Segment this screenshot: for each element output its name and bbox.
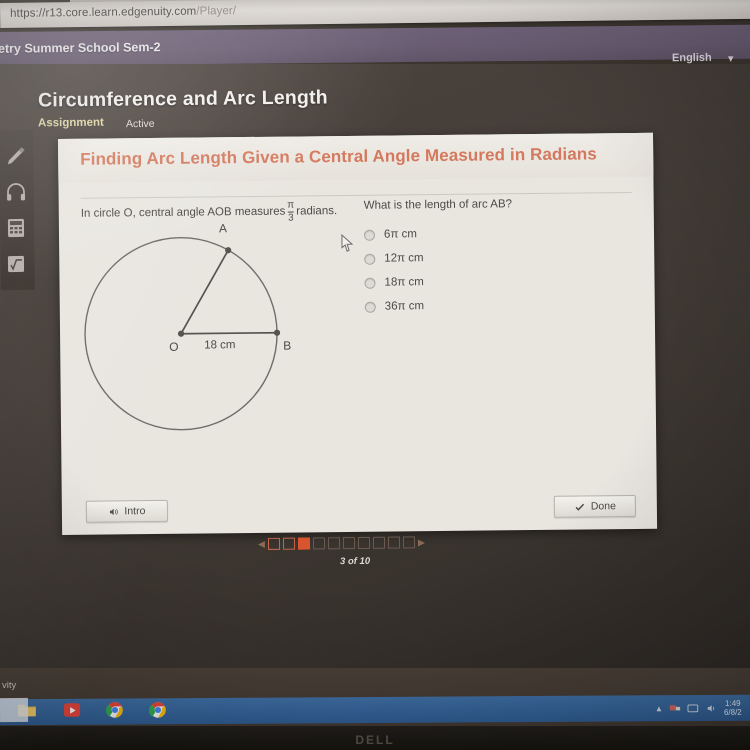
math-formula-icon[interactable] bbox=[4, 252, 28, 276]
headphones-icon[interactable] bbox=[4, 180, 28, 204]
header-divider bbox=[80, 191, 632, 199]
pagination-step[interactable] bbox=[312, 537, 325, 550]
diagram-label-o: O bbox=[169, 339, 179, 354]
pagination-step[interactable] bbox=[357, 536, 370, 550]
answer-choice[interactable]: 6π cm bbox=[363, 223, 423, 246]
done-button-label: Done bbox=[590, 500, 616, 513]
pagination-step[interactable] bbox=[402, 536, 415, 549]
pagination-step[interactable] bbox=[342, 537, 355, 550]
radio-button[interactable] bbox=[364, 301, 376, 313]
chevron-up-icon[interactable]: ▲ bbox=[655, 704, 663, 713]
answer-choice[interactable]: 18π cm bbox=[364, 271, 424, 294]
diagram-radius-label: 18 cm bbox=[204, 339, 236, 352]
answer-choices: 6π cm 12π cm 18π cm 36π cm bbox=[363, 223, 425, 320]
address-bar-url: https://r13.core.learn.edgenuity.com/Pla… bbox=[10, 5, 237, 20]
answer-choice-label: 6π cm bbox=[383, 228, 417, 241]
pagination-step[interactable] bbox=[372, 536, 385, 549]
calculator-icon[interactable] bbox=[4, 216, 28, 240]
course-name: etry Summer School Sem-2 bbox=[0, 40, 161, 56]
answer-choice-label: 18π cm bbox=[384, 276, 424, 289]
mouse-cursor bbox=[341, 233, 354, 257]
status-badge: Active bbox=[125, 117, 155, 131]
pagination-step-current[interactable] bbox=[297, 537, 310, 550]
checkmark-icon bbox=[575, 503, 585, 511]
diagram-label-b: B bbox=[283, 338, 292, 353]
lesson-heading: Finding Arc Length Given a Central Angle… bbox=[80, 144, 598, 169]
speaker-icon bbox=[110, 508, 119, 515]
triangle-left-icon[interactable]: ◀ bbox=[258, 538, 265, 549]
radio-button[interactable] bbox=[364, 253, 376, 265]
highlighter-icon[interactable] bbox=[4, 144, 28, 168]
answer-prompt: What is the length of arc AB? bbox=[363, 198, 513, 212]
pagination-label: 3 of 10 bbox=[339, 555, 371, 568]
fraction-numerator: π bbox=[287, 199, 295, 211]
language-selector-label[interactable]: English bbox=[672, 52, 712, 64]
intro-button[interactable]: Intro bbox=[85, 499, 169, 523]
answer-choice[interactable]: 12π cm bbox=[364, 247, 424, 270]
chrome-icon[interactable] bbox=[148, 701, 168, 719]
answer-choice-label: 36π cm bbox=[384, 300, 425, 313]
radio-button[interactable] bbox=[363, 229, 376, 241]
answer-choice-label: 12π cm bbox=[384, 252, 424, 265]
network-icon[interactable] bbox=[669, 703, 681, 714]
radio-button[interactable] bbox=[364, 277, 376, 289]
assignment-label: Assignment bbox=[37, 116, 104, 130]
pagination-step[interactable] bbox=[387, 536, 400, 549]
clock-time: 1:49 bbox=[725, 698, 741, 708]
pagination-step[interactable] bbox=[282, 537, 295, 550]
triangle-right-icon[interactable]: ▶ bbox=[418, 537, 425, 548]
media-player-icon[interactable] bbox=[62, 701, 82, 719]
lesson-card-header: Finding Arc Length Given a Central Angle… bbox=[58, 132, 654, 183]
clock-date: 6/8/2 bbox=[724, 707, 743, 718]
diagram-label-a: A bbox=[218, 221, 228, 236]
pagination[interactable]: ◀ ▶ bbox=[258, 535, 458, 551]
intro-button-label: Intro bbox=[124, 505, 146, 518]
answer-choice[interactable]: 36π cm bbox=[364, 295, 425, 318]
circle-diagram: A O B 18 cm bbox=[67, 214, 339, 447]
chrome-icon[interactable] bbox=[105, 701, 125, 719]
page-title: Circumference and Arc Length bbox=[37, 86, 328, 112]
lesson-card: Finding Arc Length Given a Central Angle… bbox=[58, 132, 658, 535]
monitor-brand-logo: DELL bbox=[355, 733, 395, 747]
desktop-shortcut-label: vity bbox=[2, 680, 17, 691]
monitor-screen: https://r13.core.learn.edgenuity.com/Pla… bbox=[0, 0, 750, 750]
clock[interactable]: 1:49 6/8/2 bbox=[724, 699, 742, 717]
browser-address-bar[interactable]: https://r13.core.learn.edgenuity.com/Pla… bbox=[0, 0, 750, 28]
done-button[interactable]: Done bbox=[553, 494, 636, 518]
system-tray: ▲ 1:49 6/8/2 bbox=[655, 699, 742, 718]
action-center-icon[interactable] bbox=[687, 703, 700, 714]
speaker-icon[interactable] bbox=[706, 703, 718, 714]
pagination-step[interactable] bbox=[267, 537, 280, 550]
pagination-step[interactable] bbox=[327, 537, 340, 550]
chrome-active-window-button[interactable] bbox=[0, 697, 29, 723]
